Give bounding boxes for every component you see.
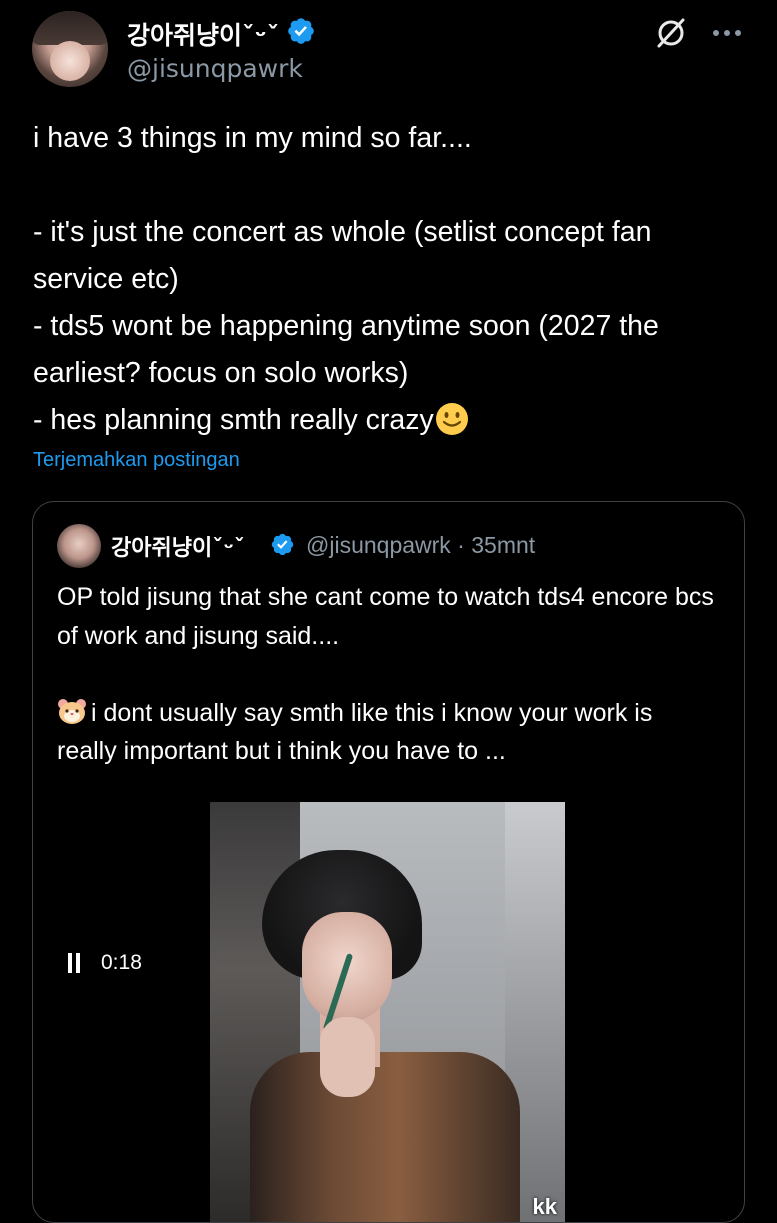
grok-icon[interactable] [653, 15, 689, 51]
pause-icon[interactable] [67, 953, 81, 973]
quoted-post-card[interactable]: 강아쥐냥이ˇᵕˇ @jisunqpawrk · 35mnt OP told ji… [32, 501, 745, 1223]
video-overlay-text: kk [532, 1194, 557, 1219]
quoted-author-handle-time: @jisunqpawrk · 35mnt [306, 532, 536, 558]
verified-badge-icon [271, 533, 294, 556]
author-avatar[interactable] [32, 11, 108, 87]
avatar-hair [32, 11, 108, 45]
slightly-smiling-face-emoji [435, 403, 468, 435]
video-person-shirt [250, 1052, 520, 1222]
quoted-text-line2: i dont usually say smth like this i know… [57, 698, 660, 766]
quoted-author-display-name: 강아쥐냥이ˇᵕˇ [111, 536, 245, 561]
hamster-face-emoji [58, 698, 86, 724]
post-text: i have 3 things in my mind so far.... - … [33, 115, 743, 444]
avatar-face [50, 41, 90, 81]
quoted-video[interactable]: kk [210, 802, 565, 1222]
author-display-name[interactable]: 강아쥐냥이ˇᵕˇ [127, 16, 279, 52]
quoted-text-line1: OP told jisung that she cant come to wat… [57, 583, 721, 650]
more-options-icon[interactable] [711, 27, 743, 39]
author-handle[interactable]: @jisunqpawrk [127, 54, 303, 83]
video-time: 0:18 [101, 951, 142, 974]
quoted-post-text: OP told jisung that she cant come to wat… [57, 578, 717, 771]
video-person-hand [320, 1017, 375, 1097]
quoted-author-avatar[interactable] [57, 524, 101, 568]
post-text-content: i have 3 things in my mind so far.... - … [33, 122, 659, 436]
translate-post-link[interactable]: Terjemahkan postingan [33, 449, 240, 472]
video-controls: 0:18 [67, 948, 142, 978]
verified-badge-icon [288, 18, 314, 44]
